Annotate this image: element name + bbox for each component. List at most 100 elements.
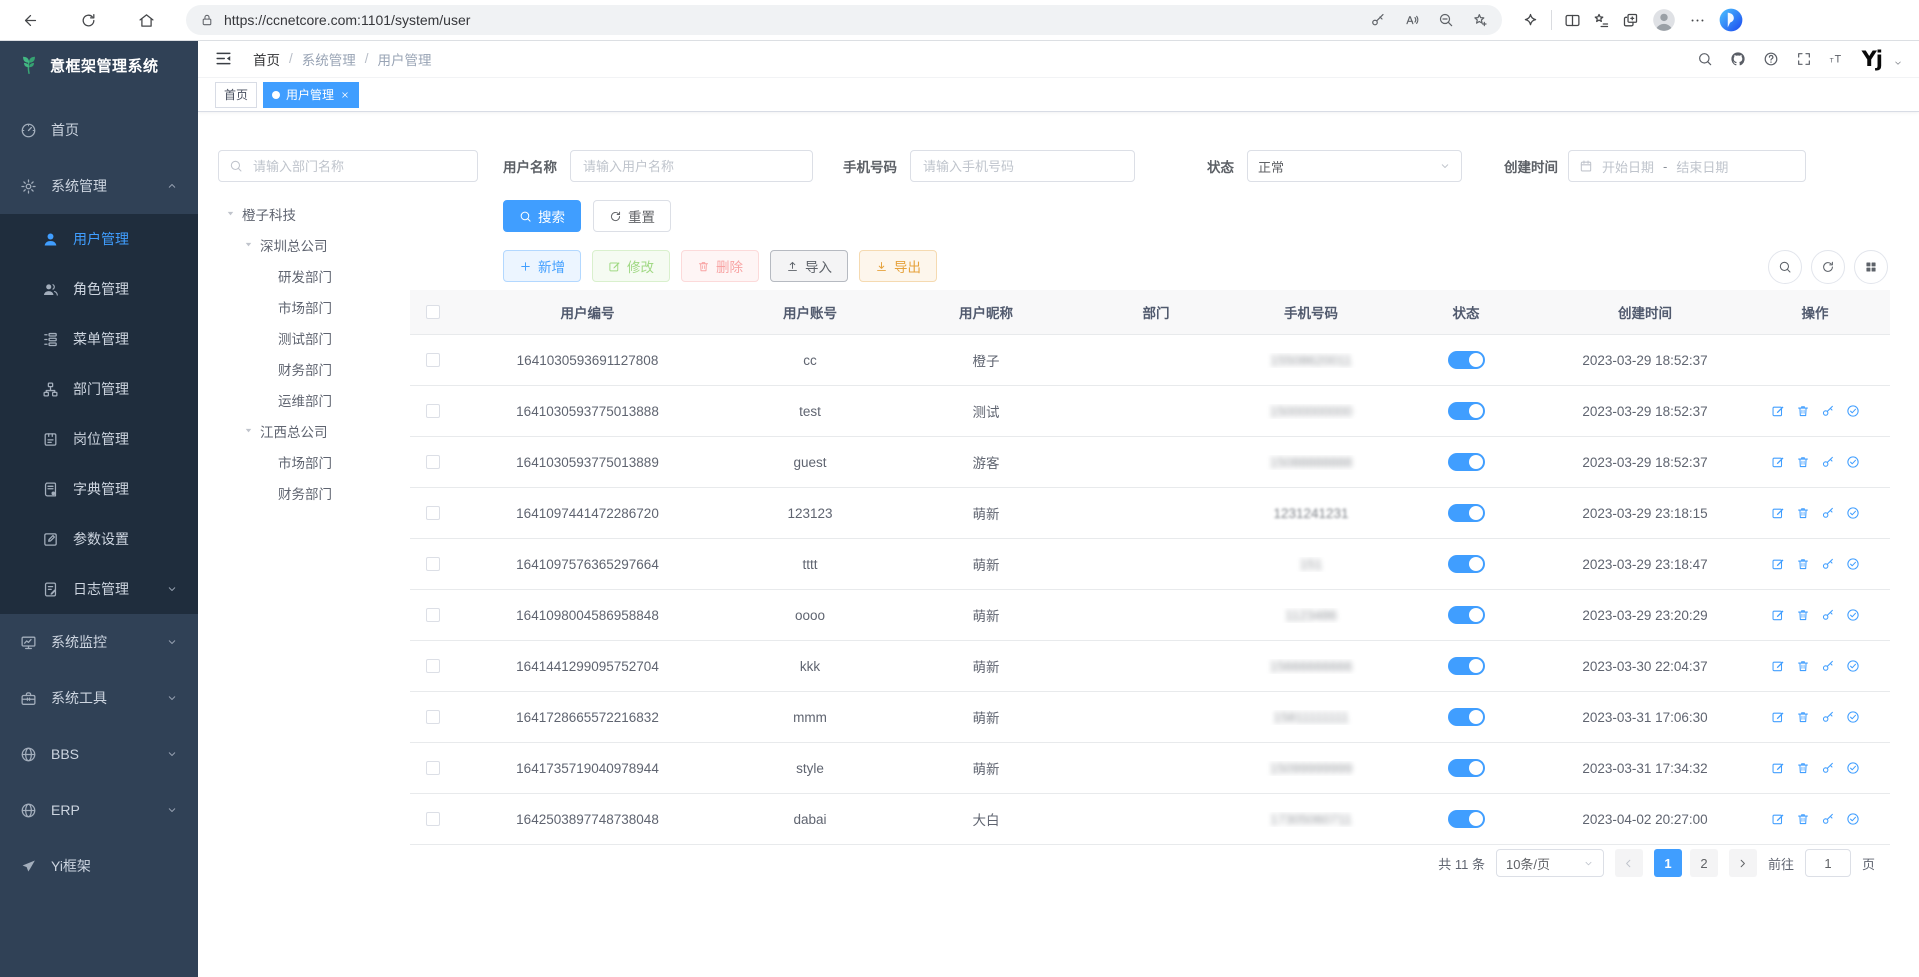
- row-checkbox[interactable]: [426, 761, 440, 775]
- reset-password-icon[interactable]: [1821, 608, 1835, 622]
- edit-icon[interactable]: [1771, 404, 1785, 418]
- status-toggle[interactable]: [1448, 555, 1485, 573]
- status-toggle[interactable]: [1448, 708, 1485, 726]
- reset-password-icon[interactable]: [1821, 455, 1835, 469]
- tree-caret-icon[interactable]: [236, 425, 260, 436]
- tab-home[interactable]: 首页: [215, 82, 257, 108]
- assign-role-icon[interactable]: [1846, 506, 1860, 520]
- status-toggle[interactable]: [1448, 759, 1485, 777]
- delete-icon[interactable]: [1796, 506, 1810, 520]
- close-icon[interactable]: [340, 90, 350, 100]
- split-screen-icon[interactable]: [1564, 12, 1581, 29]
- font-size-icon[interactable]: TT: [1829, 51, 1845, 67]
- edit-icon[interactable]: [1771, 761, 1785, 775]
- row-checkbox[interactable]: [426, 557, 440, 571]
- collections-icon[interactable]: [1622, 12, 1639, 29]
- avatar[interactable]: Yj: [1862, 47, 1882, 71]
- edit-icon[interactable]: [1771, 455, 1785, 469]
- prev-page-button[interactable]: [1615, 849, 1643, 877]
- sidebar-item-erp[interactable]: ERP: [0, 782, 198, 838]
- reset-password-icon[interactable]: [1821, 659, 1835, 673]
- browser-refresh-button[interactable]: [72, 4, 104, 36]
- status-toggle[interactable]: [1448, 351, 1485, 369]
- page-button-1[interactable]: 1: [1654, 849, 1682, 877]
- delete-icon[interactable]: [1796, 608, 1810, 622]
- sidebar-item-system-tools[interactable]: 系统工具: [0, 670, 198, 726]
- browser-essentials-icon[interactable]: [1522, 12, 1539, 29]
- reset-password-icon[interactable]: [1821, 506, 1835, 520]
- reset-password-icon[interactable]: [1821, 710, 1835, 724]
- edit-icon[interactable]: [1771, 557, 1785, 571]
- status-toggle[interactable]: [1448, 402, 1485, 420]
- delete-icon[interactable]: [1796, 557, 1810, 571]
- read-aloud-icon[interactable]: [1404, 12, 1420, 28]
- more-icon[interactable]: [1689, 12, 1706, 29]
- tree-caret-icon[interactable]: [218, 208, 242, 219]
- breadcrumb-home[interactable]: 首页: [253, 49, 280, 69]
- edit-icon[interactable]: [1771, 608, 1785, 622]
- sidebar-item-home[interactable]: 首页: [0, 102, 198, 158]
- select-all-checkbox[interactable]: [426, 305, 440, 319]
- assign-role-icon[interactable]: [1846, 710, 1860, 724]
- edit-icon[interactable]: [1771, 812, 1785, 826]
- page-button-2[interactable]: 2: [1690, 849, 1718, 877]
- add-button[interactable]: 新增: [503, 250, 581, 282]
- status-select[interactable]: 正常: [1247, 150, 1462, 182]
- reset-password-icon[interactable]: [1821, 404, 1835, 418]
- status-toggle[interactable]: [1448, 810, 1485, 828]
- status-toggle[interactable]: [1448, 606, 1485, 624]
- assign-role-icon[interactable]: [1846, 404, 1860, 418]
- status-toggle[interactable]: [1448, 504, 1485, 522]
- status-toggle[interactable]: [1448, 453, 1485, 471]
- row-checkbox[interactable]: [426, 812, 440, 826]
- sidebar-item-bbs[interactable]: BBS: [0, 726, 198, 782]
- tree-node[interactable]: 深圳总公司: [218, 229, 478, 260]
- assign-role-icon[interactable]: [1846, 608, 1860, 622]
- assign-role-icon[interactable]: [1846, 455, 1860, 469]
- edit-icon[interactable]: [1771, 710, 1785, 724]
- sidebar-item-role-manage[interactable]: 角色管理: [0, 264, 198, 314]
- row-checkbox[interactable]: [426, 404, 440, 418]
- question-icon[interactable]: [1763, 51, 1779, 67]
- tab-user-manage[interactable]: 用户管理: [263, 82, 359, 108]
- tree-node[interactable]: 研发部门: [218, 260, 478, 291]
- row-checkbox[interactable]: [426, 506, 440, 520]
- github-icon[interactable]: [1730, 51, 1746, 67]
- delete-icon[interactable]: [1796, 761, 1810, 775]
- delete-icon[interactable]: [1796, 710, 1810, 724]
- app-logo[interactable]: 意框架管理系统: [0, 40, 198, 90]
- sidebar-fold-icon[interactable]: [214, 49, 233, 68]
- delete-icon[interactable]: [1796, 812, 1810, 826]
- sidebar-item-system-manage[interactable]: 系统管理: [0, 158, 198, 214]
- key-icon[interactable]: [1370, 12, 1386, 28]
- modify-button[interactable]: 修改: [592, 250, 670, 282]
- username-input[interactable]: [570, 150, 813, 182]
- next-page-button[interactable]: [1729, 849, 1757, 877]
- search-icon[interactable]: [1697, 51, 1713, 67]
- sidebar-item-post-manage[interactable]: 岗位管理: [0, 414, 198, 464]
- delete-button[interactable]: 删除: [681, 250, 759, 282]
- tree-caret-icon[interactable]: [236, 239, 260, 250]
- browser-home-button[interactable]: [130, 4, 162, 36]
- sidebar-item-param-settings[interactable]: 参数设置: [0, 514, 198, 564]
- sidebar-item-yi-framework[interactable]: Yi框架: [0, 838, 198, 894]
- table-grid-button[interactable]: [1854, 250, 1888, 284]
- table-search-button[interactable]: [1768, 250, 1802, 284]
- delete-icon[interactable]: [1796, 404, 1810, 418]
- sidebar-item-system-monitor[interactable]: 系统监控: [0, 614, 198, 670]
- search-button[interactable]: 搜索: [503, 200, 581, 232]
- row-checkbox[interactable]: [426, 659, 440, 673]
- status-toggle[interactable]: [1448, 657, 1485, 675]
- department-search-input[interactable]: [251, 158, 467, 175]
- sidebar-item-dict-manage[interactable]: 字典管理: [0, 464, 198, 514]
- reset-password-icon[interactable]: [1821, 761, 1835, 775]
- table-refresh-button[interactable]: [1811, 250, 1845, 284]
- assign-role-icon[interactable]: [1846, 659, 1860, 673]
- row-checkbox[interactable]: [426, 353, 440, 367]
- star-add-icon[interactable]: [1472, 12, 1488, 28]
- export-button[interactable]: 导出: [859, 250, 937, 282]
- phone-input[interactable]: [910, 150, 1135, 182]
- copilot-icon[interactable]: [1718, 7, 1744, 33]
- row-checkbox[interactable]: [426, 455, 440, 469]
- date-range-picker[interactable]: 开始日期 - 结束日期: [1568, 150, 1806, 182]
